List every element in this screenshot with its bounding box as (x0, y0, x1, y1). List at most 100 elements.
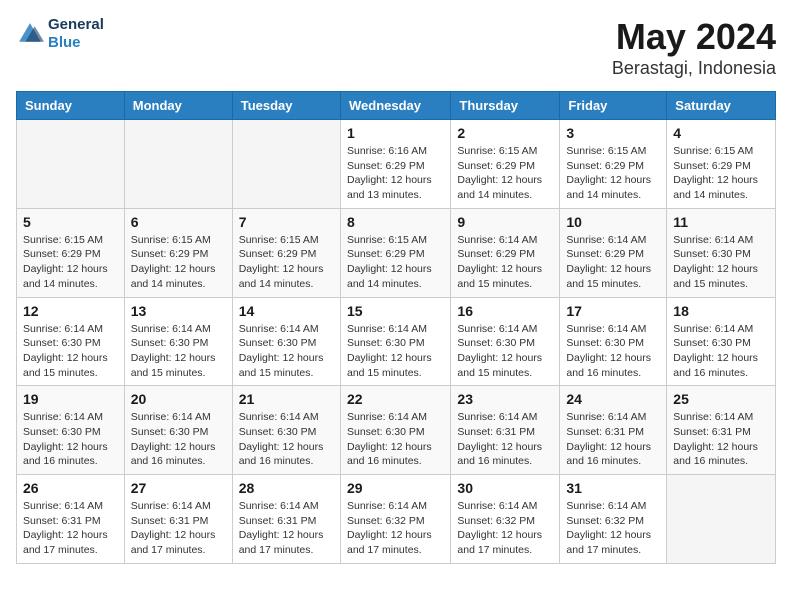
day-number: 18 (673, 303, 769, 319)
day-number: 17 (566, 303, 660, 319)
calendar-table: SundayMondayTuesdayWednesdayThursdayFrid… (16, 91, 776, 564)
day-cell: 29 Sunrise: 6:14 AM Sunset: 6:32 PM Dayli… (340, 475, 450, 564)
day-info: Sunrise: 6:14 AM Sunset: 6:30 PM Dayligh… (239, 322, 334, 381)
day-number: 3 (566, 125, 660, 141)
day-info: Sunrise: 6:14 AM Sunset: 6:30 PM Dayligh… (457, 322, 553, 381)
day-number: 7 (239, 214, 334, 230)
day-cell: 22 Sunrise: 6:14 AM Sunset: 6:30 PM Dayli… (340, 386, 450, 475)
header-cell-sunday: Sunday (17, 92, 125, 120)
day-cell: 1 Sunrise: 6:16 AM Sunset: 6:29 PM Daylig… (340, 120, 450, 209)
day-number: 4 (673, 125, 769, 141)
day-info: Sunrise: 6:15 AM Sunset: 6:29 PM Dayligh… (131, 233, 226, 292)
day-number: 12 (23, 303, 118, 319)
day-cell: 11 Sunrise: 6:14 AM Sunset: 6:30 PM Dayli… (667, 208, 776, 297)
day-info: Sunrise: 6:15 AM Sunset: 6:29 PM Dayligh… (347, 233, 444, 292)
day-info: Sunrise: 6:14 AM Sunset: 6:31 PM Dayligh… (23, 499, 118, 558)
day-cell: 19Sunrise: 6:14 AM Sunset: 6:30 PM Dayli… (17, 386, 125, 475)
day-info: Sunrise: 6:14 AM Sunset: 6:30 PM Dayligh… (239, 410, 334, 469)
header-cell-saturday: Saturday (667, 92, 776, 120)
header-cell-friday: Friday (560, 92, 667, 120)
page-header: General Blue May 2024 Berastagi, Indones… (16, 16, 776, 79)
day-info: Sunrise: 6:14 AM Sunset: 6:30 PM Dayligh… (347, 410, 444, 469)
day-number: 5 (23, 214, 118, 230)
day-cell: 18 Sunrise: 6:14 AM Sunset: 6:30 PM Dayli… (667, 297, 776, 386)
day-info: Sunrise: 6:14 AM Sunset: 6:32 PM Dayligh… (347, 499, 444, 558)
header-cell-wednesday: Wednesday (340, 92, 450, 120)
day-cell: 30 Sunrise: 6:14 AM Sunset: 6:32 PM Dayli… (451, 475, 560, 564)
header-cell-monday: Monday (124, 92, 232, 120)
header-cell-tuesday: Tuesday (232, 92, 340, 120)
day-number: 13 (131, 303, 226, 319)
day-cell: 14 Sunrise: 6:14 AM Sunset: 6:30 PM Dayli… (232, 297, 340, 386)
day-cell: 21Sunrise: 6:14 AM Sunset: 6:30 PM Dayli… (232, 386, 340, 475)
day-cell (124, 120, 232, 209)
day-info: Sunrise: 6:14 AM Sunset: 6:30 PM Dayligh… (673, 322, 769, 381)
logo-icon (16, 20, 44, 48)
day-number: 28 (239, 480, 334, 496)
day-cell (667, 475, 776, 564)
day-info: Sunrise: 6:14 AM Sunset: 6:31 PM Dayligh… (457, 410, 553, 469)
day-info: Sunrise: 6:14 AM Sunset: 6:32 PM Dayligh… (457, 499, 553, 558)
day-number: 25 (673, 391, 769, 407)
day-cell: 15Sunrise: 6:14 AM Sunset: 6:30 PM Dayli… (340, 297, 450, 386)
day-number: 16 (457, 303, 553, 319)
day-number: 26 (23, 480, 118, 496)
day-cell: 13 Sunrise: 6:14 AM Sunset: 6:30 PM Dayli… (124, 297, 232, 386)
day-number: 2 (457, 125, 553, 141)
day-cell: 10Sunrise: 6:14 AM Sunset: 6:29 PM Dayli… (560, 208, 667, 297)
week-row-4: 26 Sunrise: 6:14 AM Sunset: 6:31 PM Dayli… (17, 475, 776, 564)
day-cell: 28Sunrise: 6:14 AM Sunset: 6:31 PM Dayli… (232, 475, 340, 564)
day-cell: 6 Sunrise: 6:15 AM Sunset: 6:29 PM Daylig… (124, 208, 232, 297)
calendar-header: SundayMondayTuesdayWednesdayThursdayFrid… (17, 92, 776, 120)
day-info: Sunrise: 6:14 AM Sunset: 6:31 PM Dayligh… (566, 410, 660, 469)
day-number: 19 (23, 391, 118, 407)
day-info: Sunrise: 6:15 AM Sunset: 6:29 PM Dayligh… (566, 144, 660, 203)
day-cell: 3 Sunrise: 6:15 AM Sunset: 6:29 PM Daylig… (560, 120, 667, 209)
day-info: Sunrise: 6:14 AM Sunset: 6:30 PM Dayligh… (673, 233, 769, 292)
day-info: Sunrise: 6:15 AM Sunset: 6:29 PM Dayligh… (239, 233, 334, 292)
day-cell: 17Sunrise: 6:14 AM Sunset: 6:30 PM Dayli… (560, 297, 667, 386)
day-number: 23 (457, 391, 553, 407)
day-number: 29 (347, 480, 444, 496)
day-info: Sunrise: 6:14 AM Sunset: 6:29 PM Dayligh… (566, 233, 660, 292)
day-cell: 5 Sunrise: 6:15 AM Sunset: 6:29 PM Daylig… (17, 208, 125, 297)
day-number: 22 (347, 391, 444, 407)
logo-text: General Blue (48, 16, 104, 52)
week-row-1: 5 Sunrise: 6:15 AM Sunset: 6:29 PM Daylig… (17, 208, 776, 297)
day-info: Sunrise: 6:14 AM Sunset: 6:30 PM Dayligh… (131, 410, 226, 469)
day-info: Sunrise: 6:14 AM Sunset: 6:30 PM Dayligh… (347, 322, 444, 381)
day-cell: 20Sunrise: 6:14 AM Sunset: 6:30 PM Dayli… (124, 386, 232, 475)
day-number: 1 (347, 125, 444, 141)
week-row-3: 19 Sunrise: 6:14 AM Sunset: 6:30 PM Dayli… (17, 386, 776, 475)
day-cell: 7 Sunrise: 6:15 AM Sunset: 6:29 PM Daylig… (232, 208, 340, 297)
day-cell: 23 Sunrise: 6:14 AM Sunset: 6:31 PM Dayli… (451, 386, 560, 475)
day-number: 27 (131, 480, 226, 496)
calendar-body: 1 Sunrise: 6:16 AM Sunset: 6:29 PM Daylig… (17, 120, 776, 564)
day-number: 11 (673, 214, 769, 230)
day-number: 9 (457, 214, 553, 230)
header-row: SundayMondayTuesdayWednesdayThursdayFrid… (17, 92, 776, 120)
day-info: Sunrise: 6:14 AM Sunset: 6:32 PM Dayligh… (566, 499, 660, 558)
day-cell: 8Sunrise: 6:15 AM Sunset: 6:29 PM Daylig… (340, 208, 450, 297)
day-info: Sunrise: 6:15 AM Sunset: 6:29 PM Dayligh… (457, 144, 553, 203)
day-number: 14 (239, 303, 334, 319)
day-info: Sunrise: 6:15 AM Sunset: 6:29 PM Dayligh… (23, 233, 118, 292)
day-number: 6 (131, 214, 226, 230)
week-row-2: 12 Sunrise: 6:14 AM Sunset: 6:30 PM Dayli… (17, 297, 776, 386)
day-info: Sunrise: 6:14 AM Sunset: 6:31 PM Dayligh… (131, 499, 226, 558)
day-cell: 26 Sunrise: 6:14 AM Sunset: 6:31 PM Dayli… (17, 475, 125, 564)
day-cell: 24 Sunrise: 6:14 AM Sunset: 6:31 PM Dayli… (560, 386, 667, 475)
day-cell (17, 120, 125, 209)
day-info: Sunrise: 6:14 AM Sunset: 6:30 PM Dayligh… (131, 322, 226, 381)
logo: General Blue (16, 16, 104, 52)
day-info: Sunrise: 6:16 AM Sunset: 6:29 PM Dayligh… (347, 144, 444, 203)
day-number: 24 (566, 391, 660, 407)
day-number: 30 (457, 480, 553, 496)
title-section: May 2024 Berastagi, Indonesia (612, 16, 776, 79)
day-cell (232, 120, 340, 209)
day-cell: 27 Sunrise: 6:14 AM Sunset: 6:31 PM Dayli… (124, 475, 232, 564)
day-cell: 2 Sunrise: 6:15 AM Sunset: 6:29 PM Daylig… (451, 120, 560, 209)
day-cell: 25 Sunrise: 6:14 AM Sunset: 6:31 PM Dayli… (667, 386, 776, 475)
day-info: Sunrise: 6:14 AM Sunset: 6:31 PM Dayligh… (673, 410, 769, 469)
calendar-subtitle: Berastagi, Indonesia (612, 58, 776, 79)
